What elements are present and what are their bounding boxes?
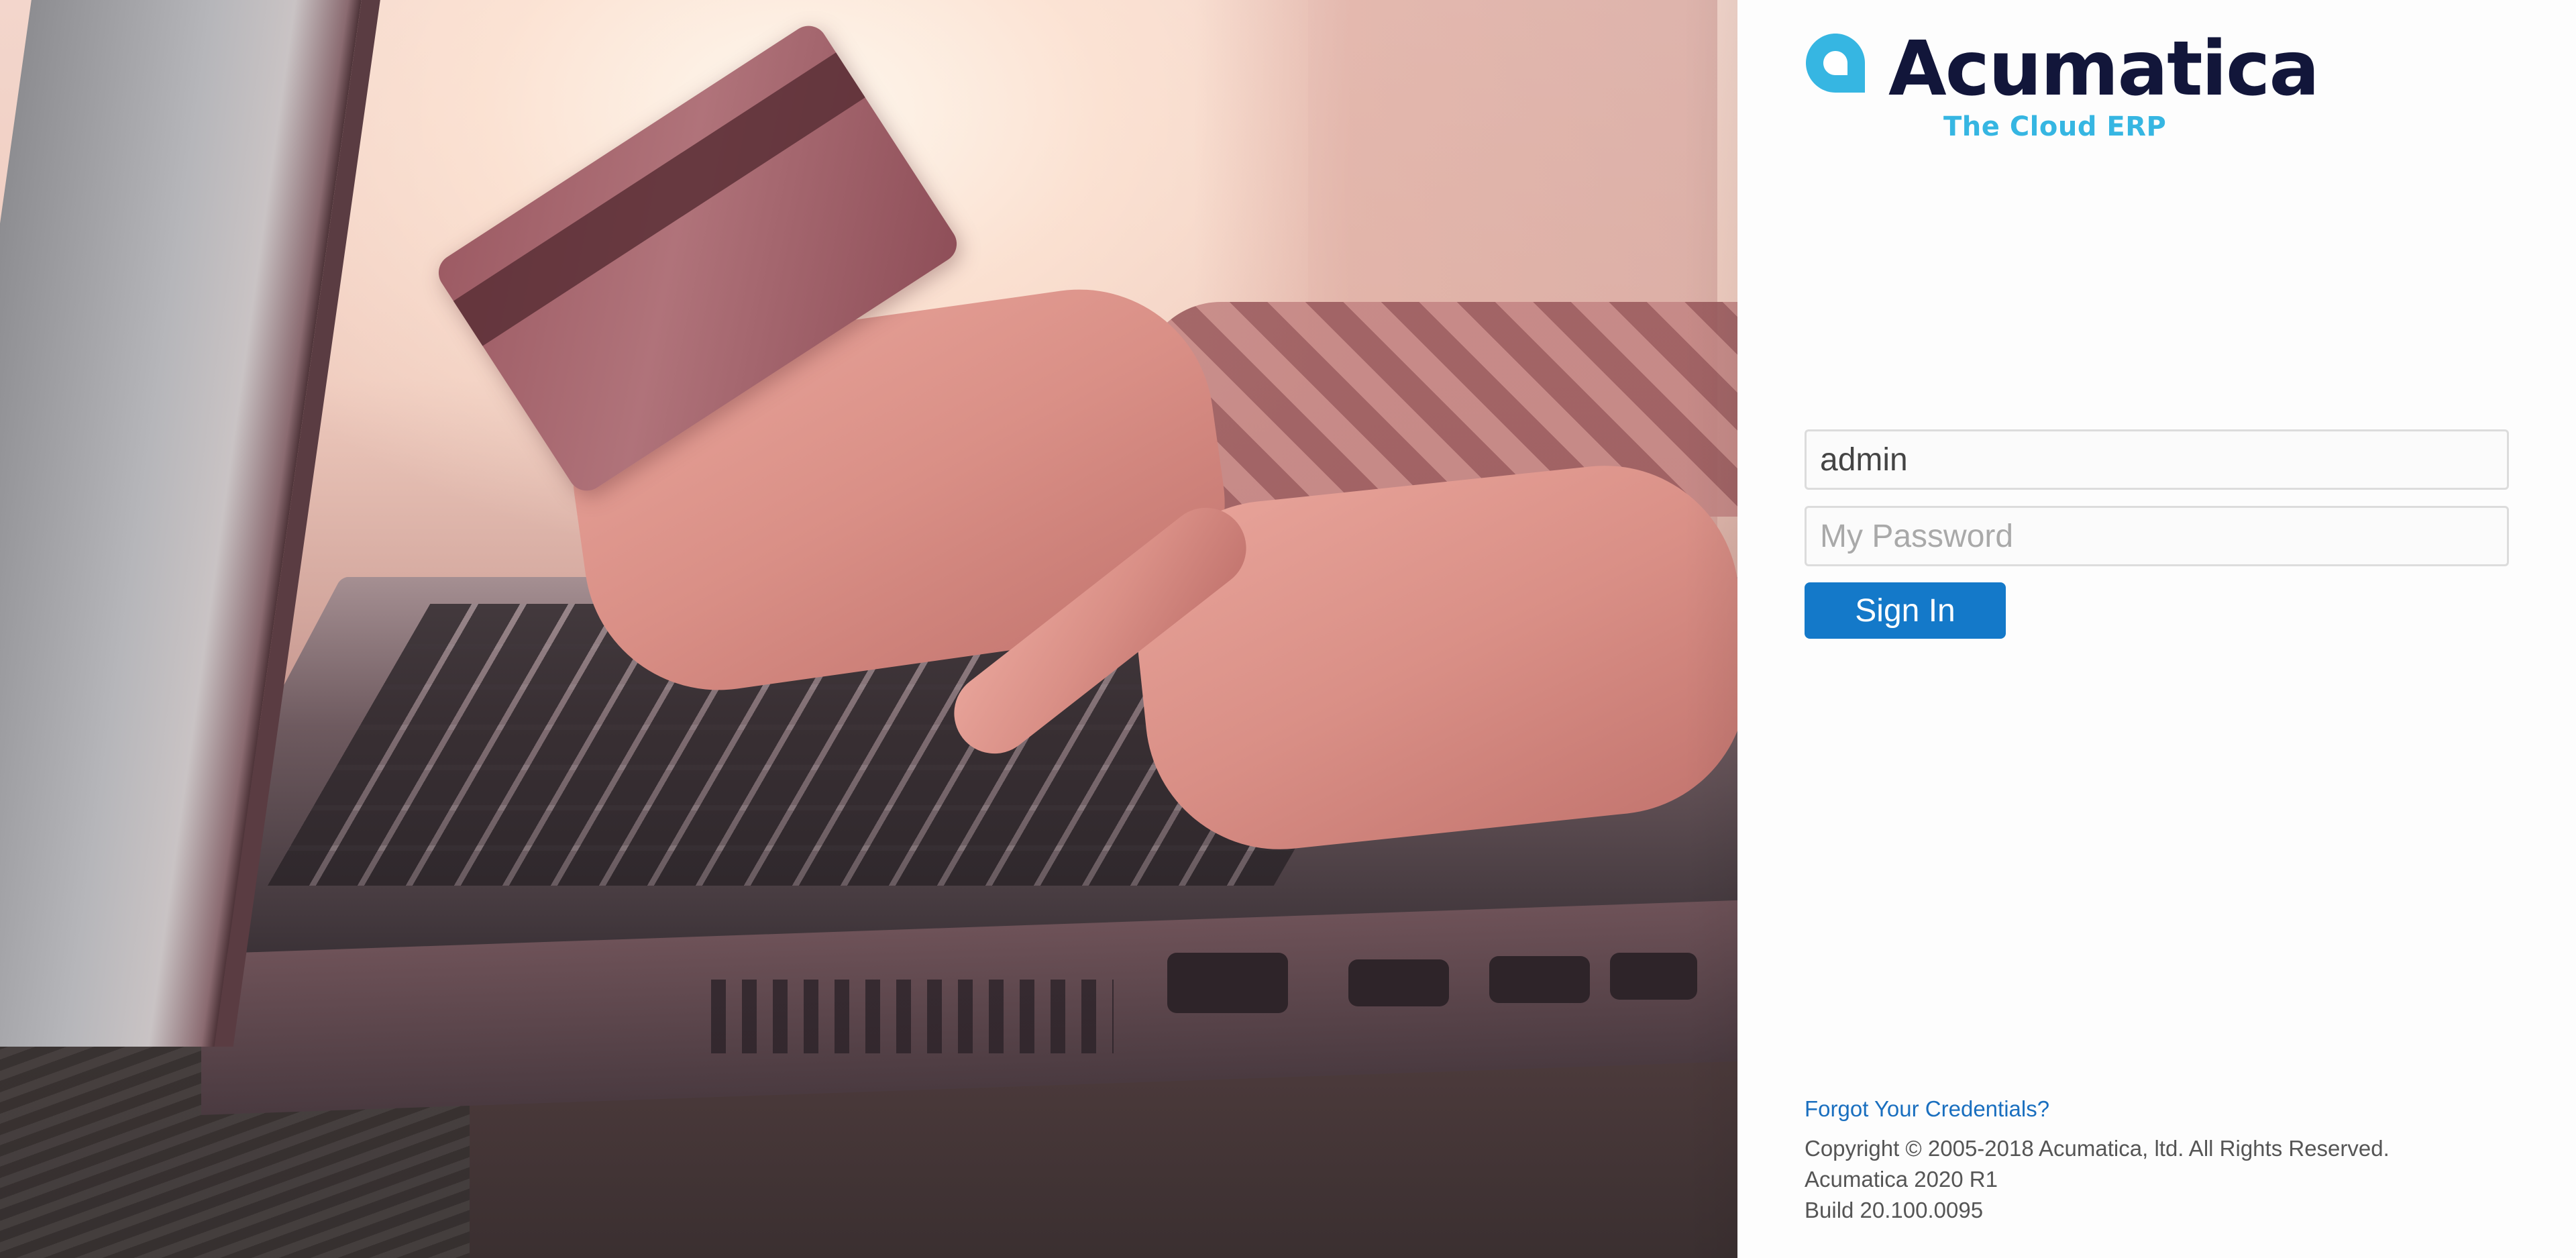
- acumatica-logo-icon: [1806, 34, 1865, 93]
- hero-image: [0, 0, 1737, 1258]
- brand-name: Acumatica: [1888, 25, 2320, 113]
- laptop-vents: [711, 980, 1114, 1053]
- login-panel: Acumatica The Cloud ERP Sign In Forgot Y…: [1737, 0, 2576, 1258]
- laptop-port: [1348, 959, 1449, 1006]
- hero-edge-shadow: [1684, 0, 1737, 1258]
- username-input[interactable]: [1805, 429, 2509, 490]
- acumatica-logo: Acumatica The Cloud ERP: [1805, 28, 2320, 146]
- forgot-credentials-link[interactable]: Forgot Your Credentials?: [1805, 1096, 2049, 1122]
- brand-tagline: The Cloud ERP: [1943, 111, 2167, 142]
- password-input[interactable]: [1805, 506, 2509, 566]
- version-text: Acumatica 2020 R1: [1805, 1167, 1998, 1192]
- sign-in-button[interactable]: Sign In: [1805, 582, 2006, 639]
- laptop-port: [1489, 956, 1590, 1003]
- build-text: Build 20.100.0095: [1805, 1198, 1984, 1222]
- copyright-text: Copyright © 2005-2018 Acumatica, ltd. Al…: [1805, 1136, 2390, 1161]
- laptop-port: [1167, 953, 1288, 1013]
